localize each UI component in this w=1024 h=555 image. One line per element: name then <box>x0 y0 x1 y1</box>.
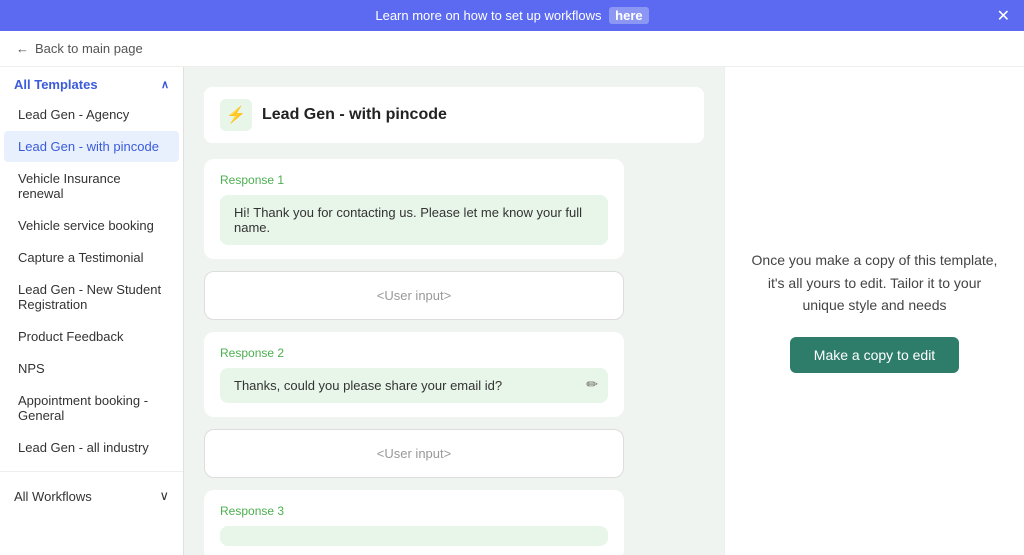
response-1-text: Hi! Thank you for contacting us. Please … <box>234 205 582 235</box>
sidebar-item-lead-gen-industry[interactable]: Lead Gen - all industry <box>4 432 179 463</box>
back-arrow-icon: ← <box>16 41 29 56</box>
user-input-2-label: <User input> <box>377 446 451 461</box>
response-block-1: Response 1 Hi! Thank you for contacting … <box>204 159 624 259</box>
all-templates-chevron-icon: ∧ <box>161 78 169 91</box>
response-3-label: Response 3 <box>220 504 608 518</box>
response-1-label: Response 1 <box>220 173 608 187</box>
sidebar-item-vehicle-insurance[interactable]: Vehicle Insurance renewal <box>4 163 179 209</box>
response-1-bubble: Hi! Thank you for contacting us. Please … <box>220 195 608 245</box>
response-2-text: Thanks, could you please share your emai… <box>234 378 502 393</box>
response-2-bubble: Thanks, could you please share your emai… <box>220 368 608 403</box>
template-preview: ⚡ Lead Gen - with pincode Response 1 Hi!… <box>184 67 724 555</box>
sidebar-item-lead-gen-agency[interactable]: Lead Gen - Agency <box>4 99 179 130</box>
response-block-2: Response 2 Thanks, could you please shar… <box>204 332 624 417</box>
workflows-chevron-icon: ∨ <box>159 488 169 504</box>
main-layout: All Templates ∧ Lead Gen - AgencyLead Ge… <box>0 67 1024 555</box>
sidebar-item-capture-testimonial[interactable]: Capture a Testimonial <box>4 242 179 273</box>
all-workflows-label: All Workflows <box>14 489 92 504</box>
right-panel: Once you make a copy of this template, i… <box>724 67 1024 555</box>
all-templates-label: All Templates <box>14 77 98 92</box>
banner-close-button[interactable]: ✕ <box>997 6 1010 26</box>
sidebar-divider <box>0 471 183 472</box>
sidebar-item-lead-gen-pincode[interactable]: Lead Gen - with pincode <box>4 131 179 162</box>
edit-icon[interactable]: ✏ <box>586 376 598 393</box>
sidebar-items-list: Lead Gen - AgencyLead Gen - with pincode… <box>0 99 183 463</box>
chat-container: Response 1 Hi! Thank you for contacting … <box>204 159 704 555</box>
sidebar-item-lead-gen-student[interactable]: Lead Gen - New Student Registration <box>4 274 179 320</box>
response-3-bubble <box>220 526 608 546</box>
banner-text: Learn more on how to set up workflows <box>375 8 601 23</box>
content-area: ⚡ Lead Gen - with pincode Response 1 Hi!… <box>184 67 1024 555</box>
template-icon-glyph: ⚡ <box>226 105 246 125</box>
banner-link[interactable]: here <box>609 7 648 24</box>
user-input-block-2: <User input> <box>204 429 624 478</box>
sidebar-item-product-feedback[interactable]: Product Feedback <box>4 321 179 352</box>
back-nav[interactable]: ← Back to main page <box>0 31 1024 67</box>
sidebar: All Templates ∧ Lead Gen - AgencyLead Ge… <box>0 67 184 555</box>
template-icon: ⚡ <box>220 99 252 131</box>
all-workflows-header[interactable]: All Workflows ∨ <box>0 480 183 512</box>
sidebar-item-nps[interactable]: NPS <box>4 353 179 384</box>
back-nav-label: Back to main page <box>35 41 143 56</box>
template-header: ⚡ Lead Gen - with pincode <box>204 87 704 143</box>
response-block-3: Response 3 <box>204 490 624 555</box>
response-2-label: Response 2 <box>220 346 608 360</box>
sidebar-item-appointment-general[interactable]: Appointment booking - General <box>4 385 179 431</box>
right-panel-description: Once you make a copy of this template, i… <box>745 249 1004 316</box>
sidebar-item-vehicle-service[interactable]: Vehicle service booking <box>4 210 179 241</box>
user-input-block-1: <User input> <box>204 271 624 320</box>
user-input-1-label: <User input> <box>377 288 451 303</box>
make-copy-button[interactable]: Make a copy to edit <box>790 337 959 373</box>
template-title: Lead Gen - with pincode <box>262 106 447 124</box>
all-templates-header[interactable]: All Templates ∧ <box>0 67 183 98</box>
top-banner: Learn more on how to set up workflows he… <box>0 0 1024 31</box>
